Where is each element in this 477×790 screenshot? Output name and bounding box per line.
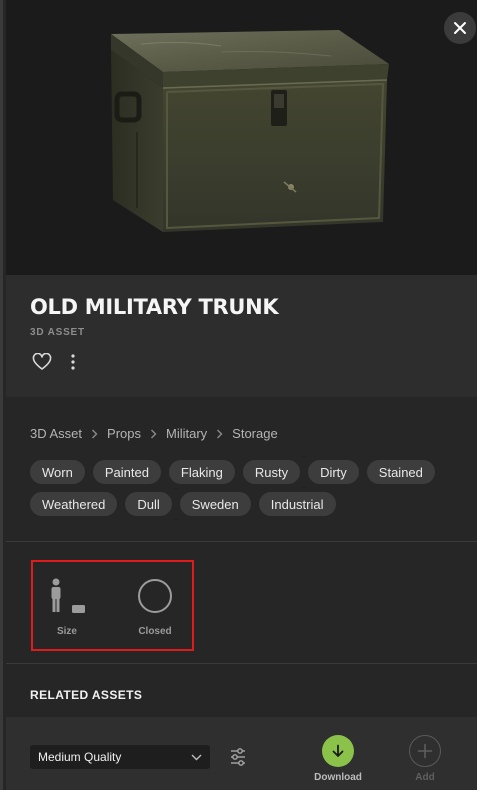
tag-chip[interactable]: Dull	[125, 492, 172, 516]
tag-chip[interactable]: Rusty	[242, 460, 301, 484]
breadcrumb-item-storage[interactable]: Storage	[232, 426, 278, 441]
tag-chip[interactable]: Dirty	[308, 460, 359, 484]
close-icon	[454, 22, 466, 34]
tag-chip[interactable]: Sweden	[179, 492, 251, 516]
add-label: Add	[415, 772, 435, 783]
asset-info: 3D Asset Props Military Storage Worn Pai…	[6, 397, 477, 542]
asset-preview	[6, 0, 477, 275]
quality-select[interactable]: Medium Quality	[30, 745, 210, 769]
asset-type-label: 3D ASSET	[30, 327, 85, 338]
arrow-down-icon	[332, 744, 344, 757]
asset-title: OLD MILITARY TRUNK	[30, 295, 279, 319]
chevron-down-icon	[191, 754, 202, 760]
more-vertical-icon[interactable]	[68, 353, 78, 371]
chevron-right-icon	[91, 429, 98, 439]
size-spec	[37, 578, 97, 621]
sliders-icon[interactable]	[229, 747, 247, 767]
related-assets-title: RELATED ASSETS	[30, 688, 143, 702]
add-button[interactable]	[409, 735, 441, 767]
tag-chip[interactable]: Painted	[92, 460, 161, 484]
tag-chip[interactable]: Stained	[366, 460, 435, 484]
tag-chip[interactable]: Weathered	[30, 492, 118, 516]
asset-detail-panel: OLD MILITARY TRUNK 3D ASSET 3D Asset Pro…	[0, 0, 477, 790]
tag-chip[interactable]: Worn	[30, 460, 85, 484]
person-scale-icon	[51, 578, 85, 613]
heart-icon[interactable]	[32, 353, 52, 371]
breadcrumb-item-3d-asset[interactable]: 3D Asset	[30, 426, 82, 441]
plus-icon	[417, 743, 433, 759]
asset-preview-image	[111, 30, 389, 232]
chevron-right-icon	[150, 429, 157, 439]
specs-highlight-box: Size Closed	[31, 560, 194, 651]
download-label: Download	[314, 772, 362, 783]
size-label: Size	[56, 626, 77, 637]
related-assets-section: RELATED ASSETS	[6, 665, 477, 717]
breadcrumb-item-props[interactable]: Props	[107, 426, 141, 441]
closed-spec	[125, 578, 185, 619]
tag-list: Worn Painted Flaking Rusty Dirty Stained…	[30, 460, 470, 516]
tag-chip[interactable]: Flaking	[168, 460, 235, 484]
breadcrumb: 3D Asset Props Military Storage	[30, 426, 278, 441]
close-button[interactable]	[444, 12, 476, 44]
quality-select-value: Medium Quality	[38, 750, 122, 764]
closed-label: Closed	[138, 626, 172, 637]
download-button[interactable]	[322, 735, 354, 767]
download-footer: Medium Quality Download Add	[6, 717, 477, 790]
tag-chip[interactable]: Industrial	[258, 492, 336, 516]
asset-header: OLD MILITARY TRUNK 3D ASSET	[6, 275, 477, 397]
asset-specs: Size Closed	[6, 543, 477, 664]
breadcrumb-item-military[interactable]: Military	[166, 426, 207, 441]
circle-outline-icon	[138, 579, 172, 613]
chevron-right-icon	[216, 429, 223, 439]
